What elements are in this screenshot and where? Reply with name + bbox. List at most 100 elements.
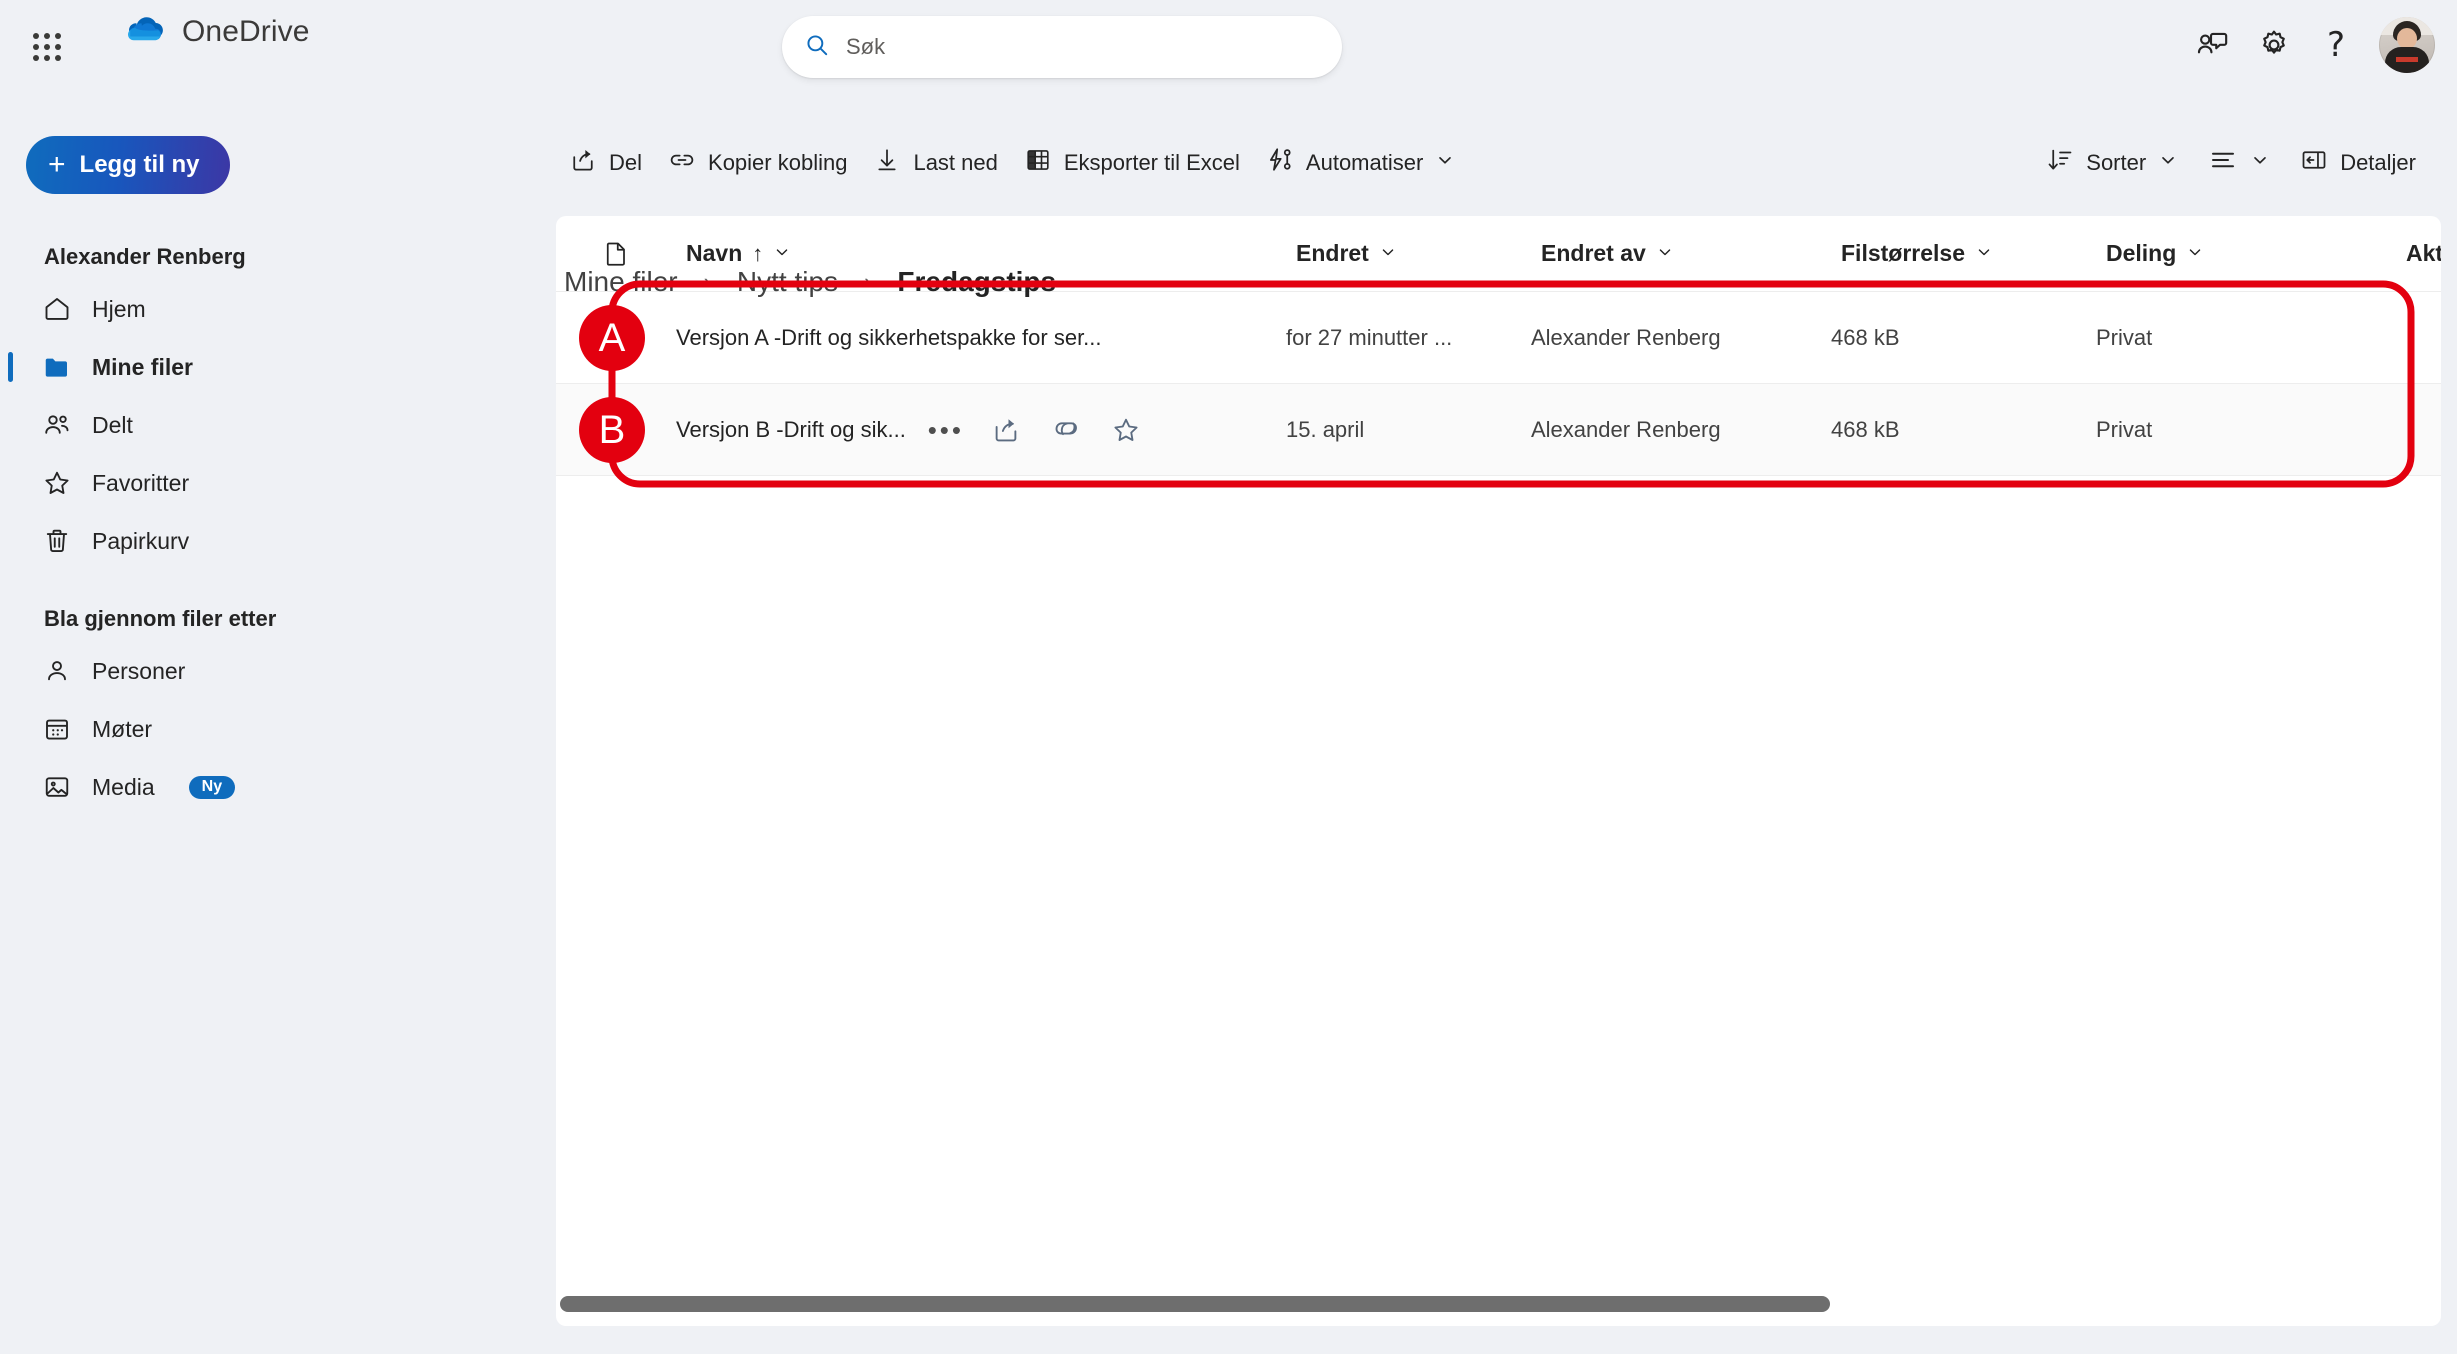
sidebar-primary-list: Hjem Mine filer Delt Favoritter Papirkur…	[0, 280, 556, 570]
file-modified-by: Alexander Renberg	[1531, 416, 1721, 442]
horizontal-scrollbar[interactable]	[560, 1296, 2437, 1312]
sidebar-item-delt[interactable]: Delt	[22, 396, 542, 454]
home-icon	[42, 294, 72, 324]
plus-icon: +	[48, 148, 66, 181]
file-size: 468 kB	[1831, 416, 1900, 442]
breadcrumb-item-fredagstips[interactable]: Fredagstips	[889, 262, 1064, 302]
command-sorter[interactable]: Sorter	[2033, 138, 2191, 188]
file-size: 468 kB	[1831, 324, 1900, 350]
suite-header: OneDrive Søk ?	[0, 0, 2457, 94]
annotation-badge-b: B	[579, 397, 645, 463]
trash-icon	[42, 526, 72, 556]
file-list: Navn ↑ Endret Endret av Filstørrelse Del…	[556, 216, 2441, 1326]
sidebar-item-papirkurv[interactable]: Papirkurv	[22, 512, 542, 570]
app-launcher-waffle-icon[interactable]	[22, 22, 72, 72]
command-eksporter-til-excel[interactable]: Eksporter til Excel	[1011, 138, 1253, 188]
download-arrow-icon	[873, 146, 901, 180]
file-modified-by: Alexander Renberg	[1531, 324, 1721, 350]
person-icon	[42, 656, 72, 686]
view-list-icon	[2208, 145, 2238, 181]
favorite-star-icon[interactable]	[1104, 408, 1148, 452]
column-header-label: Deling	[2106, 240, 2177, 266]
image-icon	[42, 772, 72, 802]
chevron-down-icon	[1435, 150, 1455, 176]
chevron-down-icon	[1975, 240, 1993, 267]
command-label: Kopier kobling	[708, 150, 848, 175]
brand-title: OneDrive	[182, 14, 310, 48]
command-kopier-kobling[interactable]: Kopier kobling	[655, 138, 860, 188]
column-header-deling[interactable]: Deling	[2096, 232, 2396, 275]
command-view-options[interactable]	[2195, 138, 2283, 188]
chevron-down-icon	[2250, 150, 2270, 176]
breadcrumb-item-nytt-tips[interactable]: Nytt tips	[729, 262, 846, 302]
file-sharing[interactable]: Privat	[2096, 325, 2396, 351]
command-detaljer[interactable]: Detaljer	[2287, 138, 2429, 188]
chevron-down-icon	[2158, 150, 2178, 176]
onedrive-app: OneDrive Søk ? Del Kopier kobling Last n…	[0, 0, 2457, 1354]
share-icon[interactable]	[984, 408, 1028, 452]
sidebar-browse-list: Personer Møter Media Ny	[0, 642, 556, 816]
search-input[interactable]	[846, 16, 1320, 78]
column-header-filstorrelse[interactable]: Filstørrelse	[1831, 232, 2096, 275]
command-label: Sorter	[2086, 150, 2147, 175]
sidebar-item-hjem[interactable]: Hjem	[22, 280, 542, 338]
command-automatiser[interactable]: Automatiser	[1253, 138, 1468, 188]
sidebar-item-media[interactable]: Media Ny	[22, 758, 542, 816]
more-options-icon[interactable]: •••	[924, 408, 968, 452]
onedrive-brand[interactable]: OneDrive	[124, 14, 310, 49]
annotation-badge-label: A	[598, 315, 626, 360]
sidebar: + Legg til ny Alexander Renberg Hjem Min…	[0, 94, 556, 1354]
breadcrumb-item-mine-filer[interactable]: Mine filer	[556, 262, 686, 302]
add-new-label: Legg til ny	[79, 151, 200, 178]
people-icon	[42, 410, 72, 440]
annotation-badge-a: A	[579, 305, 645, 371]
command-del[interactable]: Del	[556, 138, 655, 188]
column-header-endret-av[interactable]: Endret av	[1531, 232, 1831, 275]
table-row[interactable]: W Versjon B -Drift og sik... •••	[556, 384, 2441, 476]
chevron-right-icon: ›	[703, 269, 711, 294]
question-mark-icon[interactable]: ?	[2305, 14, 2367, 76]
link-icon	[668, 146, 696, 180]
sidebar-item-mine-filer[interactable]: Mine filer	[8, 338, 542, 396]
sidebar-item-personer[interactable]: Personer	[22, 642, 542, 700]
copilot-icon[interactable]	[1044, 408, 1088, 452]
command-bar-right: Sorter Detaljer	[2033, 138, 2429, 188]
calendar-icon	[42, 714, 72, 744]
chevron-right-icon: ›	[864, 269, 872, 294]
search-box[interactable]	[782, 16, 1342, 78]
chevron-down-icon	[1656, 240, 1674, 267]
table-row[interactable]: W Versjon A -Drift og sikkerhetspakke fo…	[556, 292, 2441, 384]
sort-icon	[2046, 146, 2074, 180]
column-header-label[interactable]: Akti	[2396, 232, 2441, 275]
sidebar-item-label: Papirkurv	[92, 527, 190, 554]
command-label: Del	[609, 150, 643, 175]
annotation-badge-label: B	[598, 407, 626, 452]
file-name[interactable]: Versjon A -Drift og sikkerhetspakke for …	[676, 325, 1102, 351]
row-actions: •••	[924, 408, 1148, 452]
file-name[interactable]: Versjon B -Drift og sik...	[676, 417, 906, 443]
file-sharing[interactable]: Privat	[2096, 417, 2396, 443]
command-last-ned[interactable]: Last ned	[860, 138, 1010, 188]
scrollbar-thumb[interactable]	[560, 1296, 1830, 1312]
sidebar-item-label: Personer	[92, 657, 186, 684]
column-header-label: Endret av	[1541, 240, 1646, 266]
star-icon	[42, 468, 72, 498]
file-modified: for 27 minutter ...	[1286, 324, 1453, 350]
chevron-down-icon	[2186, 240, 2204, 267]
help-glyph: ?	[2326, 25, 2346, 65]
sidebar-item-label: Hjem	[92, 295, 146, 322]
folder-icon	[42, 352, 72, 382]
column-header-aktivitet[interactable]: Akti	[2396, 232, 2441, 275]
sidebar-item-label: Media	[92, 773, 155, 800]
search-icon	[804, 32, 830, 63]
details-panel-icon	[2300, 146, 2328, 180]
gear-icon[interactable]	[2243, 14, 2305, 76]
add-new-button[interactable]: + Legg til ny	[26, 136, 230, 194]
sidebar-item-favoritter[interactable]: Favoritter	[22, 454, 542, 512]
column-header-endret[interactable]: Endret	[1286, 232, 1531, 275]
sidebar-item-label: Delt	[92, 411, 133, 438]
account-name: Alexander Renberg	[44, 244, 246, 269]
avatar[interactable]	[2379, 17, 2435, 73]
person-feedback-icon[interactable]	[2181, 14, 2243, 76]
sidebar-item-moter[interactable]: Møter	[22, 700, 542, 758]
